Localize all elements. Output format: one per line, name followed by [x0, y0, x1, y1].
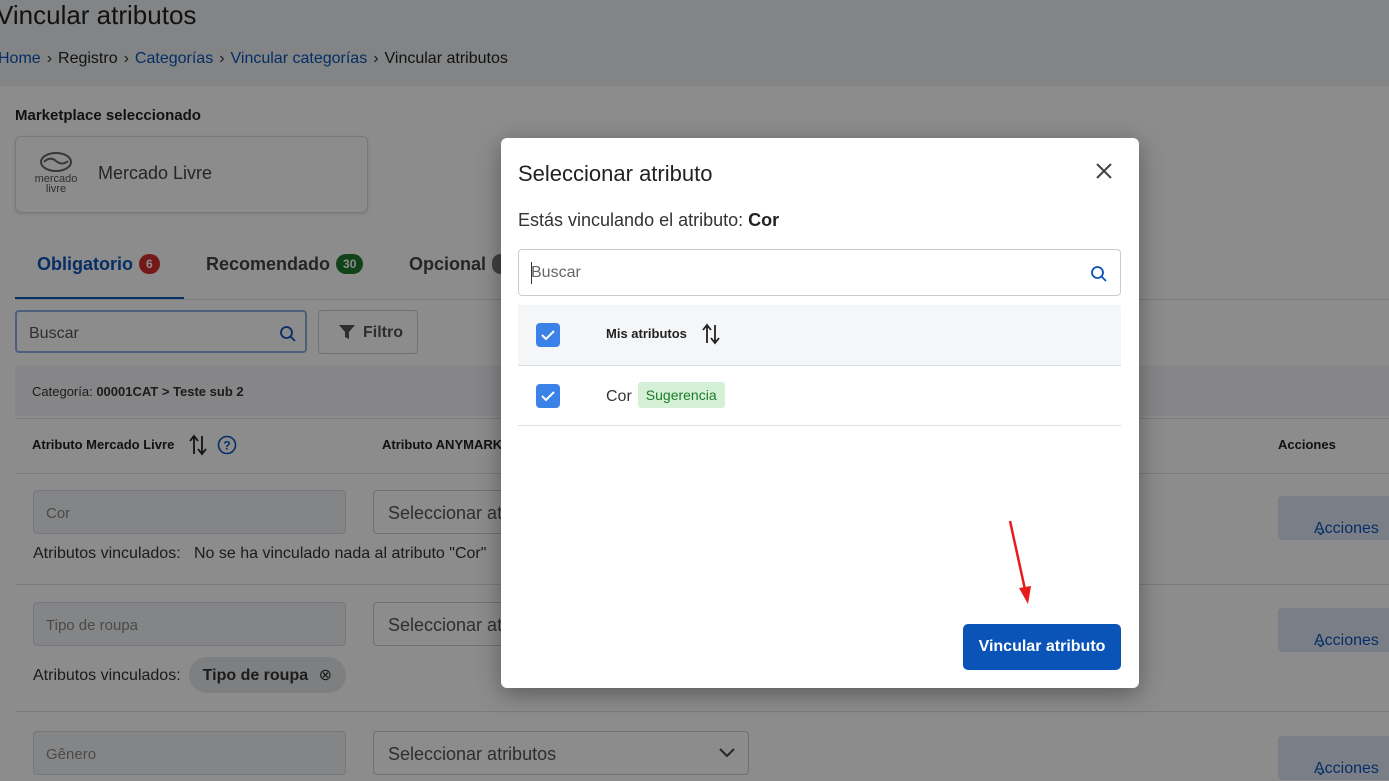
modal-search-input[interactable]: Buscar: [518, 249, 1121, 296]
row-attribute: Cor Sugerencia: [606, 382, 725, 408]
modal-description: Estás vinculando el atributo: Cor: [518, 210, 779, 231]
check-icon: [541, 391, 555, 402]
attribute-label: Cor: [606, 388, 632, 405]
vincular-atributo-button[interactable]: Vincular atributo: [963, 624, 1121, 670]
suggestion-badge: Sugerencia: [637, 382, 725, 408]
search-placeholder: Buscar: [531, 264, 581, 281]
modal-table-row[interactable]: Cor Sugerencia: [518, 366, 1121, 426]
annotation-arrow-icon: [1008, 520, 1031, 604]
col-mis-atributos: Mis atributos: [606, 326, 687, 341]
modal-title: Seleccionar atributo: [518, 161, 713, 186]
row-checkbox[interactable]: [536, 384, 560, 408]
desc-attribute: Cor: [748, 210, 780, 230]
desc-prefix: Estás vinculando el atributo:: [518, 210, 744, 230]
check-icon: [541, 330, 555, 341]
search-icon: [1091, 266, 1107, 282]
select-attribute-modal: Seleccionar atributo Estás vinculando el…: [501, 138, 1139, 688]
select-all-checkbox[interactable]: [536, 323, 560, 347]
close-icon[interactable]: [1093, 160, 1115, 182]
modal-table-header: Mis atributos: [518, 305, 1121, 366]
sort-icon[interactable]: [701, 323, 721, 345]
